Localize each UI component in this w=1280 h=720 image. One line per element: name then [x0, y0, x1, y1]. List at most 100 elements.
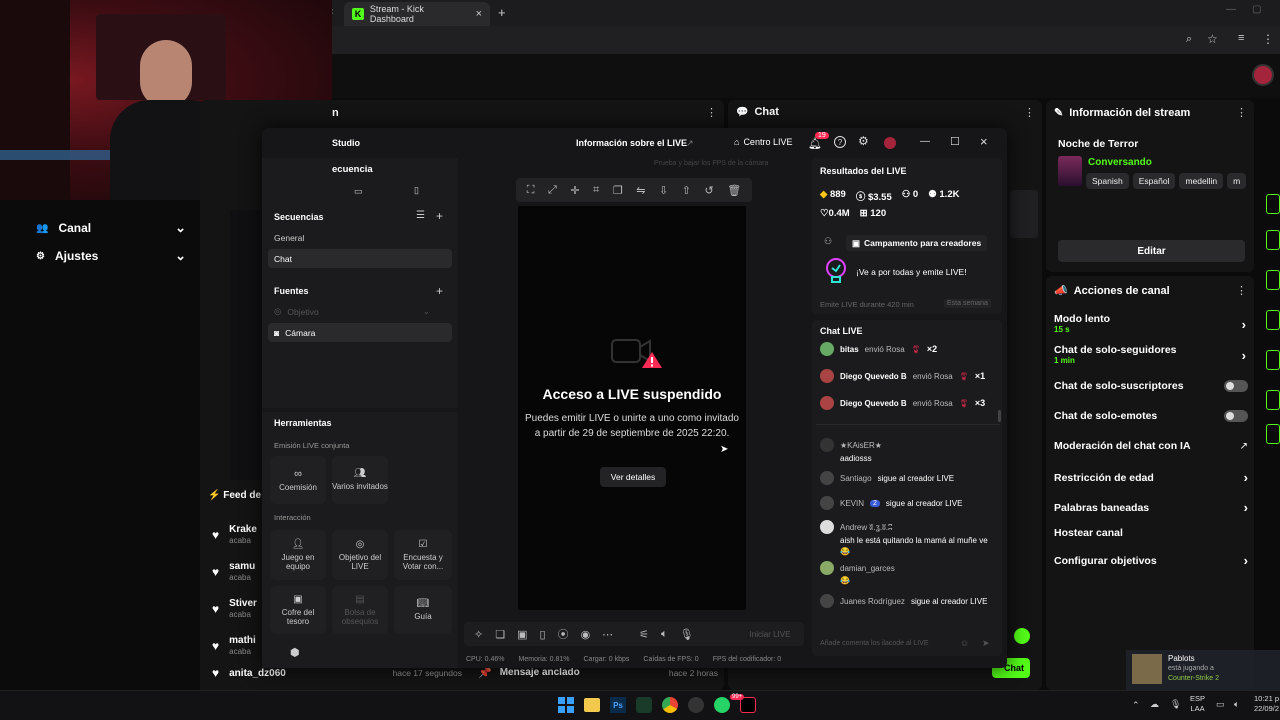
- speaker-icon[interactable]: 🔈︎: [661, 628, 668, 641]
- zoom-icon[interactable]: ⌕: [1186, 33, 1192, 46]
- expand-icon[interactable]: ⤢: [548, 184, 557, 197]
- stickers-icon[interactable]: ❏: [495, 628, 505, 641]
- tab-close-icon[interactable]: ×: [476, 8, 482, 20]
- layer-down-icon[interactable]: ⇩: [659, 184, 668, 197]
- send-icon[interactable]: ➤: [982, 638, 990, 649]
- share-icon[interactable]: ↗: [686, 138, 694, 149]
- browser-tab[interactable]: K Stream - Kick Dashboard ×: [344, 2, 490, 26]
- studio-minimize-icon[interactable]: —: [920, 136, 930, 147]
- channel-action-age-restriction[interactable]: Restricción de edad ›: [1054, 470, 1248, 485]
- chrome-icon[interactable]: [662, 697, 678, 713]
- sequence-general[interactable]: General: [274, 233, 304, 243]
- centro-live-button[interactable]: ⌂ Centro LIVE: [734, 137, 792, 147]
- add-sequence-icon[interactable]: +: [436, 209, 443, 223]
- language-indicator[interactable]: ESP LAA: [1190, 694, 1205, 714]
- guide-button[interactable]: 📖︎ Guía: [394, 586, 452, 634]
- steam-icon[interactable]: [688, 697, 704, 713]
- studio-close-icon[interactable]: ×: [980, 134, 988, 149]
- crop-icon[interactable]: ⌗: [593, 184, 599, 197]
- monitor-icon[interactable]: ▭: [1216, 699, 1225, 710]
- emotes-only-toggle[interactable]: [1224, 410, 1248, 422]
- app-icon[interactable]: [636, 697, 652, 713]
- source-camara[interactable]: ◙ Cámara: [268, 323, 452, 342]
- user-avatar[interactable]: [1252, 64, 1274, 86]
- settings-gear-icon[interactable]: ⚙: [858, 134, 869, 148]
- channel-action-goals[interactable]: Configurar objetivos ›: [1054, 553, 1248, 568]
- list-icon[interactable]: ☰: [416, 210, 425, 221]
- chat-panel-menu-icon[interactable]: ⋮: [1024, 106, 1035, 119]
- studio-maximize-icon[interactable]: ☐: [950, 135, 960, 148]
- stream-info-menu-icon[interactable]: ⋮: [1236, 106, 1247, 119]
- emote-status-icon[interactable]: [1014, 628, 1030, 644]
- mirror-icon[interactable]: ⇋: [636, 184, 645, 197]
- add-source-icon[interactable]: +: [436, 284, 443, 298]
- stream-category[interactable]: Conversando: [1088, 157, 1152, 168]
- coop-label: Emisión LIVE conjunta: [274, 441, 350, 450]
- fit-icon[interactable]: ⛶: [527, 184, 535, 197]
- view-details-button[interactable]: Ver detalles: [600, 467, 666, 487]
- record-icon[interactable]: ⦿: [558, 626, 569, 642]
- coemision-button[interactable]: ∞ Coemisión: [270, 456, 326, 504]
- treasure-chest-button[interactable]: ▣ Cofre del tesoro: [270, 586, 326, 634]
- live-goal-button[interactable]: ◎ Objetivo del LIVE: [332, 530, 388, 580]
- chevron-down-icon: ⌄: [175, 248, 186, 263]
- media-icon[interactable]: ▣: [517, 628, 527, 641]
- whatsapp-icon[interactable]: [714, 697, 730, 713]
- phone-icon[interactable]: ▯: [540, 628, 546, 641]
- portrait-icon[interactable]: ▯: [414, 185, 419, 196]
- live-info-tab[interactable]: Información sobre el LIVE: [576, 138, 687, 148]
- game-notification[interactable]: Pablots está jugando a Counter-Strike 2: [1126, 650, 1280, 690]
- media-control-icon[interactable]: ≡: [1238, 32, 1244, 44]
- tray-mic-icon[interactable]: 🎙︎: [1170, 699, 1181, 710]
- camera-switch-icon[interactable]: ◉: [581, 628, 591, 641]
- channel-action-ai-moderation[interactable]: Moderación del chat con IA ↗: [1054, 440, 1248, 452]
- edit-stream-button[interactable]: Editar: [1058, 240, 1245, 262]
- studio-avatar[interactable]: [884, 137, 896, 149]
- side-item-canal[interactable]: 👥 Canal ⌄: [36, 214, 186, 242]
- chat-panel-title: Chat: [754, 106, 779, 118]
- channel-action-followers-only[interactable]: Chat de solo-seguidores 1 min ›: [1054, 344, 1248, 365]
- microphone-icon[interactable]: 🎙︎: [680, 628, 694, 641]
- chat-scrollbar[interactable]: [998, 410, 1001, 422]
- delete-icon[interactable]: 🗑︎: [727, 184, 741, 197]
- poll-button[interactable]: ☑ Encuesta y Votar con...: [394, 530, 452, 580]
- channel-action-banned-words[interactable]: Palabras baneadas ›: [1054, 500, 1248, 515]
- more-icon[interactable]: ⋯: [602, 628, 613, 641]
- creator-camp-button[interactable]: ▣ Campamento para creadores: [846, 235, 988, 251]
- more-tools-icon[interactable]: ⬢: [290, 646, 300, 659]
- emoji-icon[interactable]: ☺: [960, 638, 969, 648]
- layer-up-icon[interactable]: ⇧: [682, 184, 691, 197]
- source-objetivo[interactable]: ◎ Objetivo ⌄: [274, 306, 430, 317]
- subs-only-toggle[interactable]: [1224, 380, 1248, 392]
- bookmark-star-icon[interactable]: ☆: [1207, 32, 1218, 46]
- side-item-ajustes[interactable]: ⚙ Ajustes ⌄: [36, 242, 186, 270]
- rotate-icon[interactable]: ↺: [704, 184, 713, 197]
- tray-chevron-icon[interactable]: ⌃: [1132, 700, 1140, 711]
- landscape-icon[interactable]: ▭: [354, 186, 363, 197]
- clock[interactable]: 10:21 p 22/09/2: [1254, 694, 1279, 714]
- left-panel-menu-icon[interactable]: ⋮: [706, 106, 717, 119]
- tray-app-icon[interactable]: ☁: [1150, 699, 1159, 710]
- center-icon[interactable]: ✛: [570, 184, 579, 197]
- channel-actions-menu-icon[interactable]: ⋮: [1236, 284, 1247, 297]
- channel-action-slow-mode[interactable]: Modo lento 15 s ›: [1054, 313, 1248, 334]
- copy-icon[interactable]: ❐: [613, 184, 623, 197]
- window-maximize-icon[interactable]: ▢: [1252, 4, 1261, 15]
- browser-menu-icon[interactable]: ⋮: [1262, 32, 1274, 46]
- help-icon[interactable]: ?: [834, 136, 846, 148]
- chest-icon: ▣: [293, 593, 303, 605]
- windows-start-icon[interactable]: [558, 697, 574, 713]
- volume-icon[interactable]: 🔈︎: [1234, 699, 1239, 710]
- sliders-icon[interactable]: ⚟: [639, 628, 649, 641]
- new-tab-button[interactable]: +: [498, 5, 506, 20]
- window-minimize-icon[interactable]: —: [1226, 4, 1236, 15]
- multi-guest-button[interactable]: 👥︎ Varios invitados: [332, 456, 388, 504]
- team-game-button[interactable]: 👤︎ Juego en equipo: [270, 530, 326, 580]
- chat-side-controls[interactable]: [1010, 190, 1038, 238]
- file-explorer-icon[interactable]: [584, 698, 600, 712]
- chat-user: Juanes Rodríguez: [840, 596, 905, 606]
- channel-action-host[interactable]: Hostear canal: [1054, 527, 1248, 539]
- sequence-chat[interactable]: Chat: [268, 249, 452, 268]
- magic-wand-icon[interactable]: ✧: [474, 628, 483, 641]
- photoshop-icon[interactable]: Ps: [610, 697, 626, 713]
